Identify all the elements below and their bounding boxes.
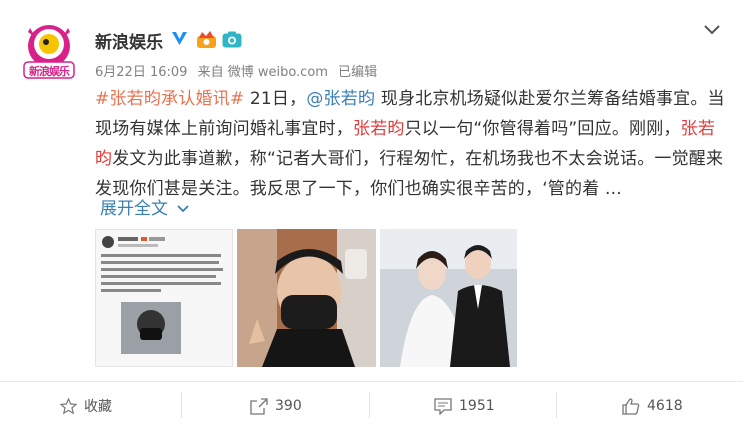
post-text: 只以一句“你管得着吗”回应。刚刚， [404, 119, 681, 139]
like-button[interactable]: 4618 [622, 396, 683, 416]
avatar-logo-text: 新浪娱乐 [29, 65, 70, 78]
member-crown-icon[interactable] [196, 30, 217, 49]
favorite-label: 收藏 [84, 399, 112, 415]
comment-button[interactable]: 1951 [434, 396, 495, 416]
post-image-selfie[interactable] [237, 229, 376, 367]
author-avatar[interactable]: 新浪娱乐 [22, 22, 76, 80]
chevron-down-icon [177, 205, 189, 213]
like-count: 4618 [647, 398, 683, 414]
repost-count: 390 [275, 398, 302, 414]
post-meta: 6月22日 16:09 来自 微博 weibo.com 已编辑 [95, 61, 383, 80]
thumbs-up-icon [622, 397, 640, 415]
favorite-button[interactable]: 收藏 [60, 396, 112, 416]
post-image-screenshot[interactable] [95, 229, 233, 367]
hashtag-link[interactable]: #张若昀承认婚讯# [95, 89, 244, 109]
post-text: 发文为此事道歉，称“记者大哥们，行程匆忙，在机场我也不太会说话。一觉醒来发现你们… [95, 149, 724, 199]
edited-label[interactable]: 已编辑 [338, 65, 377, 80]
more-options-chevron-icon[interactable] [702, 22, 722, 36]
expand-label: 展开全文 [100, 199, 168, 219]
verified-icon [171, 30, 188, 47]
action-separator [369, 392, 370, 418]
post-content: #张若昀承认婚讯# 21日，@张若昀 现身北京机场疑似赴爱尔兰筹备结婚事宜。当现… [95, 84, 725, 204]
mention-link[interactable]: @张若昀 [306, 89, 375, 109]
post-timestamp[interactable]: 6月22日 16:09 [95, 65, 187, 80]
repost-button[interactable]: 390 [250, 396, 302, 416]
weibo-post-card: 新浪娱乐 新浪娱乐 6月22日 16:09 来自 微博 weibo.com 已编… [0, 0, 743, 425]
star-icon [60, 397, 77, 414]
comment-icon [434, 397, 452, 415]
repost-icon [250, 397, 268, 415]
author-name[interactable]: 新浪娱乐 [95, 28, 163, 53]
post-text: 21日， [244, 89, 307, 109]
comment-count: 1951 [459, 398, 495, 414]
highlighted-name: 张若昀 [353, 119, 405, 139]
footer-divider [0, 381, 743, 382]
expand-full-text-link[interactable]: 展开全文 [100, 194, 190, 219]
post-image-couple[interactable] [380, 229, 517, 367]
camera-badge-icon[interactable] [222, 31, 242, 48]
action-separator [181, 392, 182, 418]
post-source[interactable]: 来自 微博 weibo.com [198, 65, 328, 80]
action-separator [556, 392, 557, 418]
